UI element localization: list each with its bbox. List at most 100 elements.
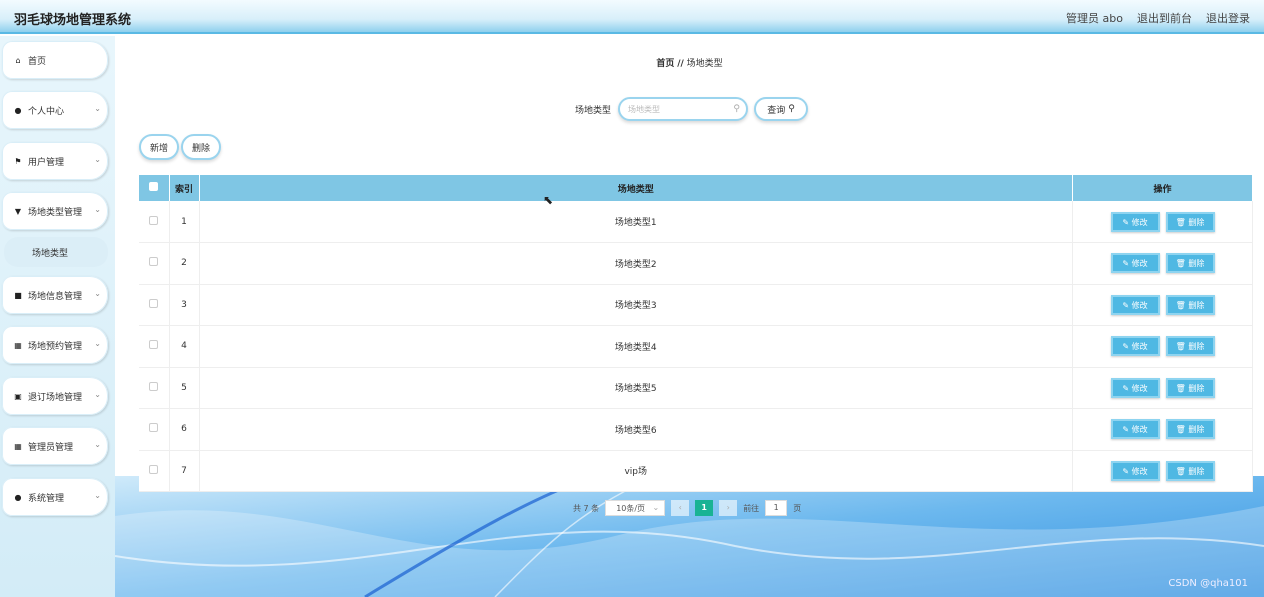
row-venue-type: 场地类型2 xyxy=(199,242,1073,285)
batch-delete-button[interactable]: 删除 xyxy=(181,134,221,160)
edit-icon: ✎ xyxy=(1122,383,1130,393)
edit-button[interactable]: ✎ 修改 xyxy=(1110,460,1160,481)
next-page-button[interactable]: › xyxy=(719,500,738,516)
row-checkbox[interactable] xyxy=(149,215,159,225)
sidebar-subitem-label: 场地类型 xyxy=(32,248,69,259)
delete-button[interactable]: 🗑 删除 xyxy=(1165,460,1215,481)
search-label: 场地类型 xyxy=(575,105,612,116)
sidebar-item-label: 用户管理 xyxy=(28,157,65,168)
search-box[interactable]: ⚲ xyxy=(618,97,749,121)
trophy-icon: ▼ xyxy=(14,206,22,216)
sidebar-item-label: 首页 xyxy=(28,56,47,67)
sidebar-subitem-venue-type[interactable]: 场地类型 xyxy=(4,237,108,267)
delete-button[interactable]: 🗑 删除 xyxy=(1165,253,1215,274)
row-index: 5 xyxy=(169,367,200,409)
page-size-select[interactable]: 10条/页 ⌄ xyxy=(605,500,666,516)
row-venue-type: 场地类型1 xyxy=(199,201,1073,243)
sidebar-item-label: 系统管理 xyxy=(28,493,65,504)
table-row: 2 场地类型2 ✎ 修改 🗑 删除 xyxy=(139,242,1253,285)
delete-button[interactable]: 🗑 删除 xyxy=(1165,419,1215,440)
app-header: 羽毛球场地管理系统 管理员 abo 退出到前台 退出登录 xyxy=(0,0,1264,34)
trash-icon: 🗑 xyxy=(1175,259,1186,269)
add-button[interactable]: 新增 xyxy=(139,134,179,160)
grid-icon: ▦ xyxy=(14,340,22,350)
page-number-current[interactable]: 1 xyxy=(695,500,714,516)
search-input[interactable] xyxy=(628,104,729,114)
breadcrumb-separator: // xyxy=(677,59,684,69)
row-venue-type: 场地类型5 xyxy=(199,367,1073,409)
breadcrumb: 首页 // 场地类型 xyxy=(115,56,1264,69)
sidebar-item-user-management[interactable]: ⚑ 用户管理 ⌄ xyxy=(2,142,108,180)
row-operations: ✎ 修改 🗑 删除 xyxy=(1072,284,1253,326)
table-row: 3 场地类型3 ✎ 修改 🗑 删除 xyxy=(139,284,1253,326)
edit-icon: ✎ xyxy=(1122,217,1130,227)
table-row: 1 场地类型1 ✎ 修改 🗑 删除 xyxy=(139,201,1253,243)
header-operation: 操作 xyxy=(1072,175,1253,201)
table-header-row: 索引 场地类型 操作 xyxy=(139,175,1253,201)
row-check-cell xyxy=(139,325,170,368)
sidebar-item-label: 管理员管理 xyxy=(28,442,74,453)
edit-button[interactable]: ✎ 修改 xyxy=(1110,336,1160,357)
edit-button[interactable]: ✎ 修改 xyxy=(1110,294,1160,315)
row-operations: ✎ 修改 🗑 删除 xyxy=(1072,242,1253,285)
delete-button[interactable]: 🗑 删除 xyxy=(1165,294,1215,315)
header-actions: 管理员 abo 退出到前台 退出登录 xyxy=(1066,10,1250,26)
sidebar-item-reservation-management[interactable]: ▦ 场地预约管理 ⌄ xyxy=(2,326,108,364)
row-check-cell xyxy=(139,242,170,285)
sidebar-item-venue-type-management[interactable]: ▼ 场地类型管理 ⌄ xyxy=(2,192,108,230)
row-checkbox[interactable] xyxy=(149,298,159,308)
goto-page-input[interactable]: 1 xyxy=(765,500,788,516)
row-operations: ✎ 修改 🗑 删除 xyxy=(1072,408,1253,451)
table-row: 5 场地类型5 ✎ 修改 🗑 删除 xyxy=(139,367,1253,409)
logout-link[interactable]: 退出登录 xyxy=(1206,10,1250,26)
edit-button[interactable]: ✎ 修改 xyxy=(1110,253,1160,274)
sidebar-item-home[interactable]: ⌂ 首页 xyxy=(2,41,108,79)
row-checkbox[interactable] xyxy=(149,464,159,474)
sidebar-item-venue-info-management[interactable]: ■ 场地信息管理 ⌄ xyxy=(2,276,108,314)
edit-button[interactable]: ✎ 修改 xyxy=(1110,211,1160,232)
breadcrumb-home[interactable]: 首页 xyxy=(656,59,674,69)
sidebar-item-system-management[interactable]: ● 系统管理 ⌄ xyxy=(2,478,108,516)
user-icon: ● xyxy=(14,492,22,502)
sidebar-item-cancellation-management[interactable]: ▣ 退订场地管理 ⌄ xyxy=(2,377,108,415)
edit-button-label: 修改 xyxy=(1131,383,1148,393)
edit-button-label: 修改 xyxy=(1131,342,1148,352)
select-all-header xyxy=(139,175,170,201)
delete-button[interactable]: 🗑 删除 xyxy=(1165,211,1215,232)
sidebar-item-personal-center[interactable]: ● 个人中心 ⌄ xyxy=(2,91,108,129)
select-all-checkbox[interactable] xyxy=(149,182,159,191)
main-content: 首页 // 场地类型 场地类型 ⚲ 查询 ⚲ 新增 删除 索引 场地类型 操作 … xyxy=(115,36,1264,597)
row-check-cell xyxy=(139,408,170,451)
sidebar-item-admin-management[interactable]: ▦ 管理员管理 ⌄ xyxy=(2,427,108,465)
breadcrumb-current: 场地类型 xyxy=(686,59,723,69)
edit-icon: ✎ xyxy=(1122,259,1130,269)
prev-page-button[interactable]: ‹ xyxy=(671,500,690,516)
edit-icon: ✎ xyxy=(1122,300,1130,310)
row-index: 1 xyxy=(169,201,200,243)
total-count: 共 7 条 xyxy=(573,503,600,513)
exit-to-front-link[interactable]: 退出到前台 xyxy=(1137,10,1192,26)
edit-button[interactable]: ✎ 修改 xyxy=(1110,377,1160,398)
row-checkbox[interactable] xyxy=(149,423,159,433)
mouse-cursor-icon: ⬉ xyxy=(543,193,554,207)
header-venue-type: 场地类型 xyxy=(199,175,1073,201)
row-venue-type: 场地类型3 xyxy=(199,284,1073,326)
delete-button[interactable]: 🗑 删除 xyxy=(1165,377,1215,398)
table-row: 4 场地类型4 ✎ 修改 🗑 删除 xyxy=(139,325,1253,368)
row-index: 6 xyxy=(169,408,200,451)
row-venue-type: 场地类型4 xyxy=(199,325,1073,368)
row-operations: ✎ 修改 🗑 删除 xyxy=(1072,367,1253,409)
row-checkbox[interactable] xyxy=(149,257,159,267)
edit-icon: ✎ xyxy=(1122,466,1130,476)
header-index: 索引 xyxy=(169,175,200,201)
edit-button[interactable]: ✎ 修改 xyxy=(1110,419,1160,440)
delete-button[interactable]: 🗑 删除 xyxy=(1165,336,1215,357)
query-button[interactable]: 查询 ⚲ xyxy=(754,97,809,121)
edit-button-label: 修改 xyxy=(1131,217,1148,227)
row-checkbox[interactable] xyxy=(149,340,159,350)
trash-icon: 🗑 xyxy=(1175,217,1186,227)
edit-button-label: 修改 xyxy=(1131,425,1148,435)
edit-button-label: 修改 xyxy=(1131,259,1148,269)
trash-icon: 🗑 xyxy=(1175,383,1186,393)
row-checkbox[interactable] xyxy=(149,381,159,391)
